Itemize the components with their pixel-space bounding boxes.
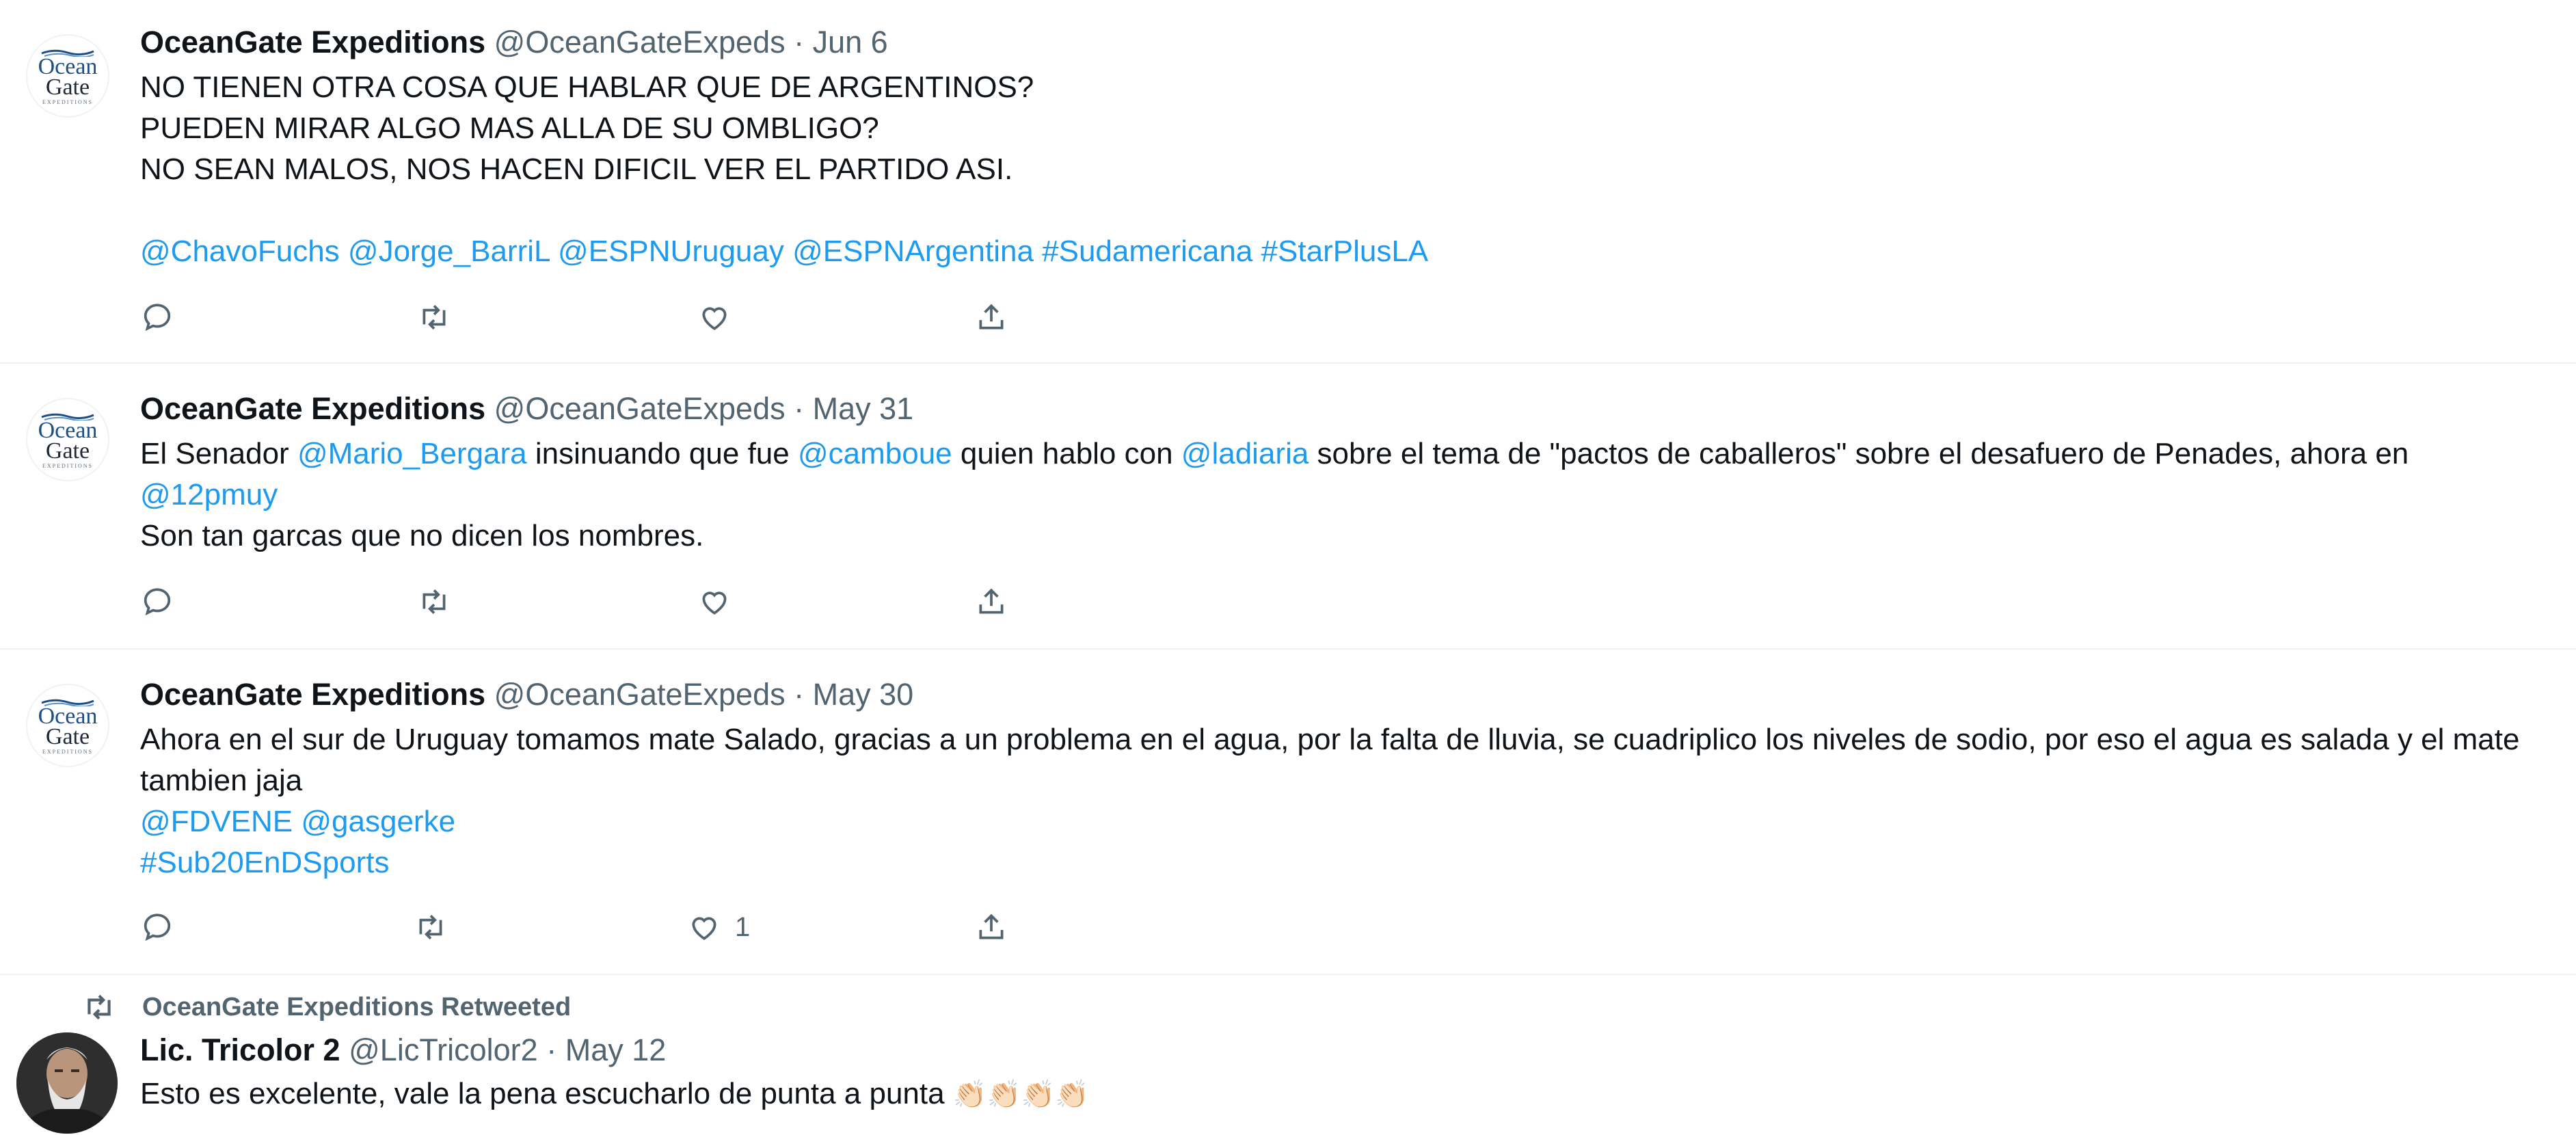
like-button[interactable]: 1: [687, 907, 750, 948]
share-button[interactable]: [974, 581, 1008, 622]
retweeted-label[interactable]: OceanGate Expeditions Retweeted: [82, 990, 571, 1024]
avatar[interactable]: Ocean Gate EXPEDITIONS: [26, 398, 109, 481]
share-button[interactable]: [974, 907, 1008, 948]
reply-button[interactable]: [140, 581, 174, 622]
share-icon: [979, 588, 1004, 614]
retweet-button[interactable]: [417, 581, 451, 622]
separator: ·: [546, 1032, 557, 1067]
share-icon: [979, 913, 1004, 939]
tweet[interactable]: Ocean Gate EXPEDITIONS OceanGate Expedit…: [0, 364, 2576, 650]
like-icon: [692, 917, 716, 940]
hashtag-link[interactable]: #Sub20EnDSports: [140, 842, 2549, 883]
tweet-text: Ahora en el sur de Uruguay tomamos mate …: [140, 719, 2549, 883]
tweet-line: PUEDEN MIRAR ALGO MAS ALLA DE SU OMBLIGO…: [140, 111, 879, 145]
separator: ·: [794, 25, 805, 59]
separator: ·: [794, 391, 805, 426]
like-button[interactable]: [697, 297, 732, 338]
author-handle[interactable]: @LicTricolor2: [349, 1032, 538, 1067]
author-name[interactable]: OceanGate Expeditions: [140, 677, 485, 712]
reply-icon: [144, 913, 171, 942]
share-button[interactable]: [974, 297, 1008, 338]
retweet-button[interactable]: [417, 297, 451, 338]
reply-button[interactable]: [140, 907, 174, 948]
like-count: 1: [735, 911, 751, 942]
tweet[interactable]: Ocean Gate EXPEDITIONS OceanGate Expedit…: [0, 0, 2576, 364]
tweet-date[interactable]: Jun 6: [813, 25, 888, 59]
tweet-text: NO TIENEN OTRA COSA QUE HABLAR QUE DE AR…: [140, 67, 2549, 272]
tweet-date[interactable]: May 31: [813, 391, 914, 426]
reply-icon: [144, 304, 171, 332]
mention-link[interactable]: @Mario_Bergara: [297, 437, 527, 470]
reply-icon: [144, 588, 171, 616]
like-icon: [702, 591, 727, 615]
tweet-line: NO SEAN MALOS, NOS HACEN DIFICIL VER EL …: [140, 152, 1013, 186]
avatar[interactable]: Ocean Gate EXPEDITIONS: [26, 684, 109, 767]
author-handle[interactable]: @OceanGateExpeds: [494, 391, 786, 426]
tweet[interactable]: Ocean Gate EXPEDITIONS OceanGate Expedit…: [0, 650, 2576, 975]
tweet-date[interactable]: May 30: [813, 677, 914, 712]
author-name[interactable]: Lic. Tricolor 2: [140, 1032, 340, 1067]
retweet-icon: [88, 994, 111, 1020]
retweet-icon: [422, 589, 446, 614]
tweet-header: Lic. Tricolor 2 @LicTricolor2 · May 12: [140, 1031, 2549, 1069]
tweet-header: OceanGate Expeditions @OceanGateExpeds ·…: [140, 23, 2549, 62]
oceangate-logo: Ocean Gate EXPEDITIONS: [27, 36, 108, 116]
tweet-header: OceanGate Expeditions @OceanGateExpeds ·…: [140, 390, 2549, 428]
retweet-button[interactable]: [414, 907, 448, 948]
like-button[interactable]: [697, 581, 732, 622]
like-icon: [702, 307, 727, 330]
mention-link[interactable]: @FDVENE @gasgerke: [140, 801, 2549, 842]
avatar[interactable]: [16, 1032, 118, 1134]
tweet-header: OceanGate Expeditions @OceanGateExpeds ·…: [140, 676, 2549, 714]
author-name[interactable]: OceanGate Expeditions: [140, 25, 485, 59]
mention-link[interactable]: @12pmuy: [140, 475, 2549, 516]
retweeted-text: OceanGate Expeditions Retweeted: [142, 992, 572, 1021]
oceangate-logo: Ocean Gate EXPEDITIONS: [27, 399, 108, 480]
avatar[interactable]: Ocean Gate EXPEDITIONS: [26, 34, 109, 118]
tweet-text: El Senador @Mario_Bergara insinuando que…: [140, 433, 2549, 557]
retweet-icon: [419, 915, 442, 939]
tweet-text: Esto es excelente, vale la pena escuchar…: [140, 1073, 2549, 1115]
mention-link[interactable]: @ladiaria: [1181, 437, 1309, 470]
author-handle[interactable]: @OceanGateExpeds: [494, 677, 786, 712]
mention-link[interactable]: @camboue: [798, 437, 952, 470]
tweet-line: Son tan garcas que no dicen los nombres.: [140, 519, 704, 552]
separator: ·: [794, 677, 805, 712]
oceangate-logo: Ocean Gate EXPEDITIONS: [27, 685, 108, 766]
tweet-mentions[interactable]: @ChavoFuchs @Jorge_BarriL @ESPNUruguay @…: [140, 231, 2549, 272]
tweet-date[interactable]: May 12: [565, 1032, 667, 1067]
timeline: Ocean Gate EXPEDITIONS OceanGate Expedit…: [0, 0, 2576, 1135]
share-icon: [979, 304, 1004, 330]
tweet-line: NO TIENEN OTRA COSA QUE HABLAR QUE DE AR…: [140, 70, 1034, 104]
author-name[interactable]: OceanGate Expeditions: [140, 391, 485, 426]
author-handle[interactable]: @OceanGateExpeds: [494, 25, 786, 59]
retweet-icon: [422, 305, 446, 330]
profile-photo-icon: [16, 1032, 118, 1134]
tweet-line: Ahora en el sur de Uruguay tomamos mate …: [140, 723, 2520, 797]
clapping-emoji: 👏🏻👏🏻👏🏻👏🏻: [952, 1080, 1090, 1110]
reply-button[interactable]: [140, 297, 174, 338]
